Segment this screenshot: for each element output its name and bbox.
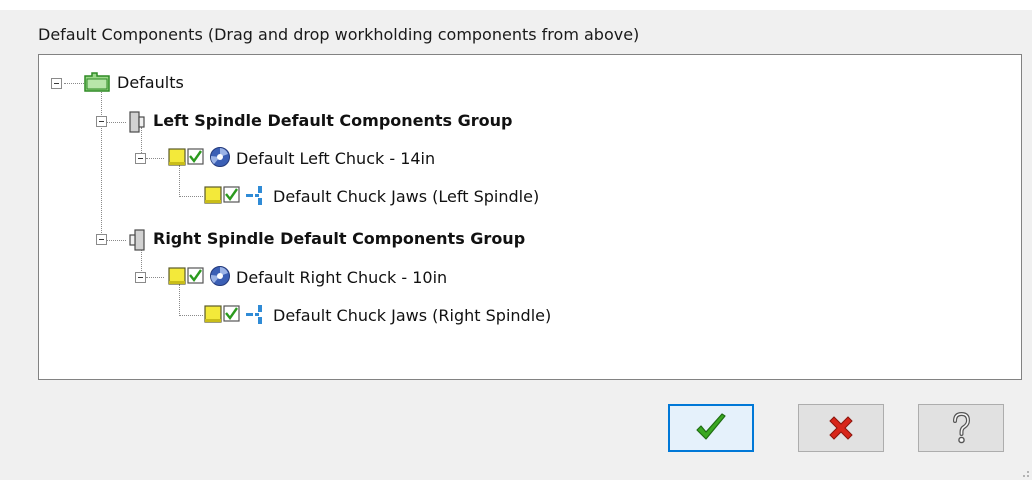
green-checkmark-icon [696,413,726,440]
ok-button[interactable] [668,404,754,452]
tree-connector [179,196,203,197]
collapse-toggle-left-chuck[interactable] [135,153,146,164]
tree-node-left-chuck[interactable]: Default Left Chuck - 14in [236,149,435,168]
yellow-box-icon [204,186,222,204]
checkbox-checked-icon[interactable] [223,305,241,323]
checkbox-checked-icon[interactable] [187,148,205,166]
yellow-box-icon [168,267,186,285]
checkbox-checked-icon[interactable] [223,186,241,204]
tree-connector [101,89,102,241]
cancel-button[interactable] [798,404,884,452]
tree-node-defaults[interactable]: Defaults [117,73,184,92]
window-top-strip [0,0,1032,10]
tree-node-right-spindle-group[interactable]: Right Spindle Default Components Group [153,229,525,248]
resize-grip-icon[interactable] [1020,468,1030,478]
folder-icon [84,72,110,92]
tree-connector [179,284,180,316]
collapse-toggle-right-chuck[interactable] [135,272,146,283]
checkbox-checked-icon[interactable] [187,267,205,285]
chuck-jaws-icon [246,186,262,205]
chuck-icon [210,147,230,167]
tree-connector [106,122,126,123]
tree-connector [179,315,203,316]
tree-node-right-chuck[interactable]: Default Right Chuck - 10in [236,268,447,287]
tree-connector [106,240,126,241]
default-components-label: Default Components (Drag and drop workho… [38,25,640,44]
tree-connector [146,158,164,159]
tree-connector [146,277,164,278]
yellow-box-icon [168,148,186,166]
tree-connector [64,83,84,84]
default-components-tree[interactable]: Defaults Left Spindle Default Components… [38,54,1022,380]
collapse-toggle-defaults[interactable] [51,78,62,89]
tree-node-left-jaws[interactable]: Default Chuck Jaws (Left Spindle) [273,187,539,206]
spindle-icon [129,111,145,133]
collapse-toggle-right-spindle-group[interactable] [96,234,107,245]
help-button[interactable] [918,404,1004,452]
red-x-icon [829,416,853,440]
collapse-toggle-left-spindle-group[interactable] [96,116,107,127]
tree-node-left-spindle-group[interactable]: Left Spindle Default Components Group [153,111,513,130]
chuck-icon [210,266,230,286]
yellow-box-icon [204,305,222,323]
tree-connector [179,165,180,197]
chuck-jaws-icon [246,305,262,324]
spindle-icon [129,229,145,251]
question-mark-icon [953,411,971,444]
tree-node-right-jaws[interactable]: Default Chuck Jaws (Right Spindle) [273,306,551,325]
